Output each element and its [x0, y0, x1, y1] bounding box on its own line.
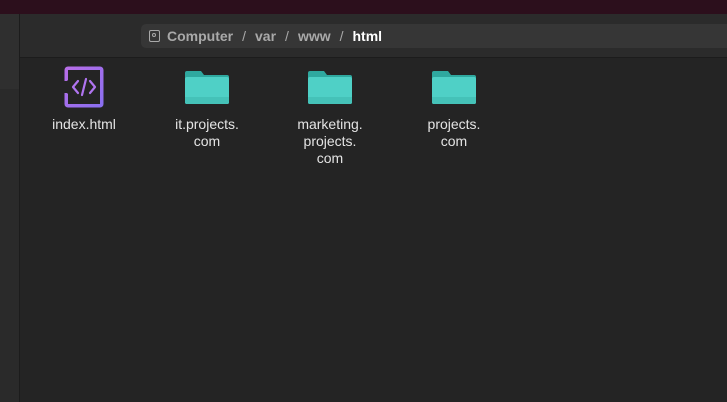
path-bar[interactable]: Computer / var / www / html: [141, 24, 727, 48]
folder-label: it.projects. com: [175, 116, 239, 149]
sidebar[interactable]: [0, 14, 20, 402]
sidebar-header: [0, 14, 19, 89]
breadcrumb-separator: /: [285, 28, 289, 44]
folder-item-projects-com[interactable]: projects. com: [399, 64, 509, 150]
folder-item-marketing-projects-com[interactable]: marketing. projects. com: [275, 64, 385, 167]
breadcrumb-separator: /: [242, 28, 247, 44]
breadcrumb-var[interactable]: var: [255, 28, 276, 44]
breadcrumb-computer[interactable]: Computer: [167, 28, 233, 44]
folder-label: marketing. projects. com: [297, 116, 363, 166]
breadcrumb-separator: /: [339, 28, 344, 44]
html-file-icon: [60, 64, 108, 110]
breadcrumb-www[interactable]: www: [298, 28, 331, 44]
top-panel: [0, 0, 727, 14]
folder-icon: [306, 64, 354, 110]
folder-label: projects. com: [427, 116, 481, 149]
folder-item-it-projects-com[interactable]: it.projects. com: [152, 64, 262, 150]
folder-icon: [430, 64, 478, 110]
file-item-index-html[interactable]: index.html: [29, 64, 139, 133]
folder-icon: [183, 64, 231, 110]
file-label: index.html: [52, 116, 116, 132]
drive-icon: [149, 30, 160, 42]
breadcrumb-html[interactable]: html: [353, 28, 383, 44]
